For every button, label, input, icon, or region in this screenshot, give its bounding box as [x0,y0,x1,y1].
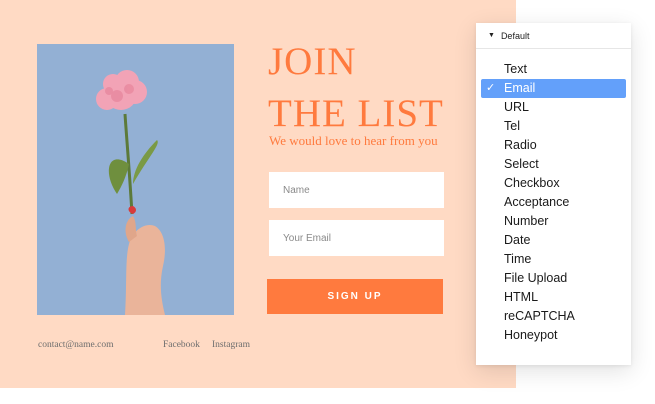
contact-email-link[interactable]: contact@name.com [38,340,113,350]
instagram-link[interactable]: Instagram [212,340,250,350]
option-checkbox[interactable]: Checkbox [476,174,631,193]
subtitle: We would love to hear from you [269,133,438,148]
option-date[interactable]: Date [476,231,631,250]
signup-card: JOIN THE LIST We would love to hear from… [0,0,516,388]
option-email[interactable]: ✓ Email [481,79,626,98]
page-title: JOIN THE LIST [268,36,444,140]
option-radio[interactable]: Radio [476,136,631,155]
option-file-upload[interactable]: File Upload [476,269,631,288]
facebook-link[interactable]: Facebook [163,340,200,350]
option-honeypot[interactable]: Honeypot [476,326,631,345]
dropdown-header[interactable]: ▼ Default [476,23,631,49]
option-recaptcha[interactable]: reCAPTCHA [476,307,631,326]
field-type-dropdown: ▼ Default Text ✓ Email URL Tel Radio Sel… [476,23,631,365]
option-time[interactable]: Time [476,250,631,269]
option-text[interactable]: Text [476,60,631,79]
option-url[interactable]: URL [476,98,631,117]
option-html[interactable]: HTML [476,288,631,307]
dropdown-options: Text ✓ Email URL Tel Radio Select Checkb… [476,60,631,345]
checkmark-icon: ✓ [486,82,496,94]
name-input[interactable] [269,172,444,208]
flower-photo [37,44,234,315]
dropdown-header-label: Default [500,30,530,41]
option-select[interactable]: Select [476,155,631,174]
option-number[interactable]: Number [476,212,631,231]
option-email-label: Email [504,81,536,95]
title-line-1: JOIN [268,40,357,83]
option-tel[interactable]: Tel [476,117,631,136]
email-input[interactable] [269,220,444,256]
sign-up-button[interactable]: SIGN UP [267,279,443,314]
caret-down-icon: ▼ [488,32,495,39]
title-line-2: THE LIST [268,92,444,135]
option-acceptance[interactable]: Acceptance [476,193,631,212]
